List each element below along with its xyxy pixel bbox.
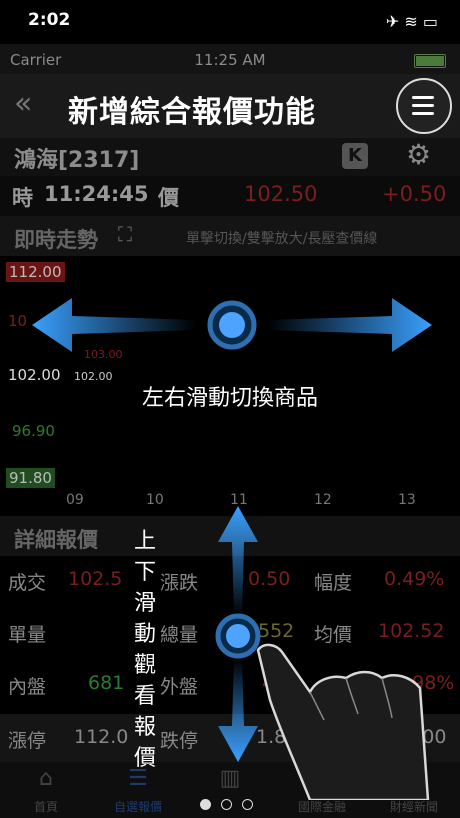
detail-label: 漲跌: [160, 572, 199, 594]
nav-bar: « 新增綜合報價功能: [0, 74, 460, 138]
feature-banner: 新增綜合報價功能: [68, 95, 316, 130]
tab-label: 財經新聞: [389, 800, 438, 814]
quote-change: +0.50: [382, 182, 447, 206]
x-tick-label: 13: [398, 492, 416, 508]
detail-label: 漲停: [8, 730, 47, 752]
stock-title-row: 鴻海[2317] K ⚙: [0, 138, 460, 176]
page-dot: [242, 799, 253, 810]
detail-value: 102.52: [378, 620, 445, 642]
detail-label: 外盤: [160, 676, 199, 698]
status-icons: ✈ ≋ ▭: [385, 12, 438, 31]
y-tick-label: 91.80: [6, 468, 55, 488]
gear-icon[interactable]: ⚙: [406, 138, 431, 171]
detail-label: 內盤: [8, 676, 47, 698]
y-tick-label: 112.00: [6, 262, 65, 282]
stock-name[interactable]: 鴻海[2317]: [14, 142, 139, 174]
realtime-hint: 單擊切換/雙擊放大/長壓查價線: [186, 231, 378, 247]
kline-button[interactable]: K: [342, 143, 368, 169]
detail-value: 0.49%: [384, 568, 445, 590]
price-label: 價: [158, 186, 179, 210]
simulator-status-bar: Carrier 11:25 AM: [0, 44, 460, 74]
quote-time: 11:24:45: [44, 182, 149, 206]
tab-label: 首頁: [33, 800, 58, 814]
expand-icon[interactable]: ⛶: [118, 222, 132, 246]
x-tick-label: 12: [314, 492, 332, 508]
tab-label: 國際金融: [297, 800, 346, 814]
touch-point-icon: [226, 624, 250, 648]
right-arrow-icon: [268, 298, 432, 352]
simulator-time: 11:25 AM: [194, 51, 266, 69]
quote-row: 時 11:24:45 價 102.50 +0.50: [0, 176, 460, 216]
detail-label: 幅度: [314, 572, 353, 594]
detail-value: 681: [88, 672, 125, 694]
detail-quote-title: 詳細報價: [14, 528, 98, 552]
detail-label: 單量: [8, 624, 47, 646]
realtime-title: 即時走勢: [14, 228, 98, 252]
detail-label: 成交: [8, 572, 47, 594]
detail-label: 跌停: [160, 730, 199, 752]
page-dot: [221, 799, 232, 810]
tab-home[interactable]: ⌂ 首頁: [0, 762, 92, 818]
tab-label: 自選報價: [113, 800, 162, 814]
page-dot: [200, 799, 211, 810]
menu-icon: [412, 96, 434, 99]
realtime-header: 即時走勢 ⛶ 單擊切換/雙擊放大/長壓查價線: [0, 216, 460, 256]
ios-status-bar: 2:02 ✈ ≋ ▭: [0, 0, 460, 44]
quote-price: 102.50: [244, 182, 318, 206]
hand-pointer-icon: [256, 643, 430, 800]
left-arrow-icon: [32, 298, 196, 352]
home-icon: ⌂: [39, 766, 53, 791]
detail-label: 總量: [160, 624, 199, 646]
vertical-swipe-hint: 上下滑動觀看報價: [133, 529, 156, 771]
menu-button[interactable]: [396, 78, 452, 134]
y-tick-label: 96.90: [12, 422, 55, 440]
back-icon[interactable]: «: [14, 86, 32, 121]
detail-value: 112.0: [74, 726, 129, 748]
horizontal-swipe-hint: 左右滑動切換商品: [141, 386, 318, 411]
touch-point-icon: [219, 312, 245, 338]
horizontal-swipe-arrows: [32, 298, 432, 352]
x-tick-label: 09: [66, 492, 84, 508]
up-arrow-icon: [218, 506, 258, 616]
battery-icon: [414, 54, 446, 68]
status-time: 2:02: [28, 10, 71, 30]
detail-value: 102.5: [68, 568, 123, 590]
time-label: 時: [12, 186, 33, 210]
x-tick-label: 10: [146, 492, 164, 508]
